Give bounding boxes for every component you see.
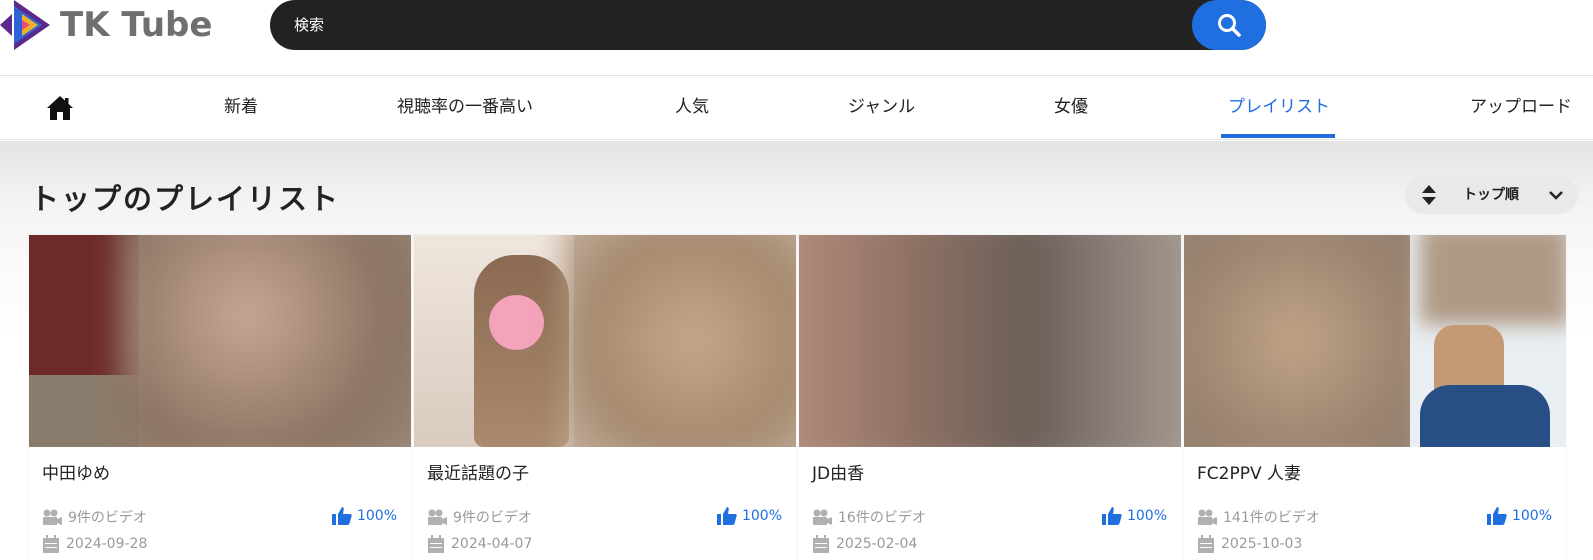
thumbs-up-icon	[1486, 507, 1507, 525]
playlist-title[interactable]: JD由香	[812, 459, 864, 484]
search-input[interactable]	[270, 0, 1190, 50]
logo-text: TK Tube	[60, 5, 213, 45]
playlist-thumbnail[interactable]	[29, 235, 411, 447]
site-logo[interactable]: TK Tube	[0, 0, 212, 50]
video-count-text: 141件のビデオ	[1223, 510, 1320, 526]
nav-item-new[interactable]: 新着	[224, 76, 258, 138]
nav-item-upload[interactable]: アップロード	[1470, 76, 1572, 138]
page-title: トップのプレイリスト	[30, 182, 341, 216]
sort-label: トップ順	[1463, 187, 1519, 203]
like-rate: 100%	[331, 507, 397, 525]
home-icon[interactable]	[46, 94, 74, 122]
main-content: トップのプレイリスト トップ順 中田ゆめ 9件のビデオ 100% 2024-09…	[0, 141, 1593, 560]
like-rate: 100%	[716, 507, 782, 525]
thumbs-up-icon	[1101, 507, 1122, 525]
calendar-icon	[1198, 535, 1214, 553]
main-nav: 新着 視聴率の一番高い 人気 ジャンル 女優 プレイリスト アップロード	[0, 76, 1593, 140]
video-count-text: 16件のビデオ	[838, 510, 926, 526]
like-percent: 100%	[741, 508, 782, 524]
created-date-text: 2024-09-28	[66, 536, 148, 552]
video-camera-icon	[428, 509, 447, 525]
nav-item-genre[interactable]: ジャンル	[848, 76, 915, 138]
playlist-title[interactable]: FC2PPV 人妻	[1197, 459, 1301, 484]
created-date-text: 2024-04-07	[451, 536, 533, 552]
playlist-title[interactable]: 中田ゆめ	[42, 459, 110, 484]
video-count: 141件のビデオ	[1197, 507, 1320, 527]
playlist-title[interactable]: 最近話題の子	[427, 459, 529, 484]
nav-item-popular[interactable]: 人気	[675, 76, 709, 138]
thumbs-up-icon	[331, 507, 352, 525]
search-icon	[1218, 14, 1241, 37]
video-camera-icon	[43, 509, 62, 525]
created-date: 2024-09-28	[42, 535, 147, 553]
like-rate: 100%	[1486, 507, 1552, 525]
like-percent: 100%	[1126, 508, 1167, 524]
video-count: 9件のビデオ	[42, 507, 147, 527]
created-date: 2025-02-04	[812, 535, 917, 553]
video-count-text: 9件のビデオ	[453, 510, 532, 526]
sort-dropdown[interactable]: トップ順	[1405, 176, 1578, 214]
video-count: 16件のビデオ	[812, 507, 926, 527]
chevron-down-icon	[1549, 191, 1563, 200]
site-header: TK Tube	[0, 0, 1593, 76]
search-button[interactable]	[1192, 0, 1266, 50]
video-camera-icon	[813, 509, 832, 525]
thumbs-up-icon	[716, 507, 737, 525]
created-date-text: 2025-02-04	[836, 536, 918, 552]
calendar-icon	[43, 535, 59, 553]
video-count-text: 9件のビデオ	[68, 510, 147, 526]
sort-icon	[1422, 185, 1436, 205]
playlist-thumbnail[interactable]	[414, 235, 796, 447]
calendar-icon	[813, 535, 829, 553]
playlist-card[interactable]: FC2PPV 人妻 141件のビデオ 100% 2025-10-03	[1184, 235, 1566, 560]
created-date: 2024-04-07	[427, 535, 532, 553]
logo-icon	[0, 0, 50, 50]
like-percent: 100%	[356, 508, 397, 524]
nav-item-playlist[interactable]: プレイリスト	[1228, 76, 1330, 138]
video-count: 9件のビデオ	[427, 507, 532, 527]
playlist-card[interactable]: 中田ゆめ 9件のビデオ 100% 2024-09-28	[29, 235, 411, 560]
nav-item-actress[interactable]: 女優	[1054, 76, 1088, 138]
like-rate: 100%	[1101, 507, 1167, 525]
playlist-thumbnail[interactable]	[799, 235, 1181, 447]
active-tab-indicator	[1221, 134, 1335, 138]
created-date: 2025-10-03	[1197, 535, 1302, 553]
like-percent: 100%	[1511, 508, 1552, 524]
search-bar	[270, 0, 1266, 50]
calendar-icon	[428, 535, 444, 553]
playlist-card[interactable]: JD由香 16件のビデオ 100% 2025-02-04	[799, 235, 1181, 560]
playlist-card[interactable]: 最近話題の子 9件のビデオ 100% 2024-04-07	[414, 235, 796, 560]
playlist-thumbnail[interactable]	[1184, 235, 1566, 447]
nav-item-most-viewed[interactable]: 視聴率の一番高い	[397, 76, 533, 138]
created-date-text: 2025-10-03	[1221, 536, 1303, 552]
video-camera-icon	[1198, 509, 1217, 525]
